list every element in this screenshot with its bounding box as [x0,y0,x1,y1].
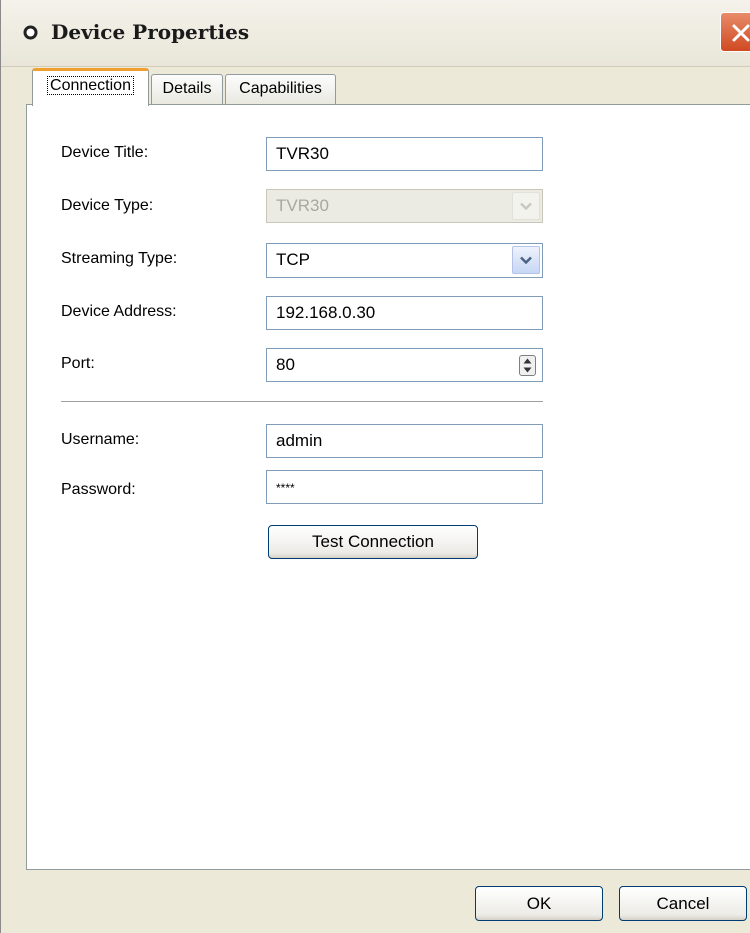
streaming-type-select[interactable]: TCP [266,243,543,278]
tab-capabilities[interactable]: Capabilities [225,74,336,104]
port-stepper[interactable]: 80 [266,348,543,382]
username-label: Username: [61,431,140,448]
device-icon [23,25,38,40]
spinner-arrows-icon[interactable] [519,355,536,376]
ok-button[interactable]: OK [475,886,603,921]
password-input[interactable]: **** [266,470,543,504]
device-title-label: Device Title: [61,144,149,161]
cancel-button[interactable]: Cancel [619,886,747,921]
chevron-down-icon [512,192,540,220]
title-bar[interactable]: Device Properties [1,0,750,67]
device-address-label: Device Address: [61,303,177,320]
tab-connection[interactable]: Connection [32,68,149,106]
device-properties-dialog: Device Properties Connection Details Cap… [0,0,750,933]
window-title: Device Properties [51,20,250,44]
close-button[interactable] [720,12,750,52]
device-type-label: Device Type: [61,197,154,214]
port-label: Port: [61,355,95,372]
password-label: Password: [61,481,136,498]
device-type-value: TVR30 [276,196,329,215]
tab-details[interactable]: Details [151,74,223,104]
device-title-input[interactable]: TVR30 [266,137,543,171]
streaming-type-value: TCP [276,250,310,269]
section-divider [61,401,543,403]
device-type-select: TVR30 [266,189,543,223]
password-mask: **** [276,481,295,495]
tab-label: Connection [47,76,134,95]
device-address-input[interactable]: 192.168.0.30 [266,296,543,330]
streaming-type-label: Streaming Type: [61,250,178,267]
port-value: 80 [276,355,295,374]
tab-label: Details [162,80,212,97]
username-input[interactable]: admin [266,424,543,458]
tab-label: Capabilities [239,80,322,97]
chevron-down-icon[interactable] [512,246,540,274]
test-connection-button[interactable]: Test Connection [268,525,478,559]
